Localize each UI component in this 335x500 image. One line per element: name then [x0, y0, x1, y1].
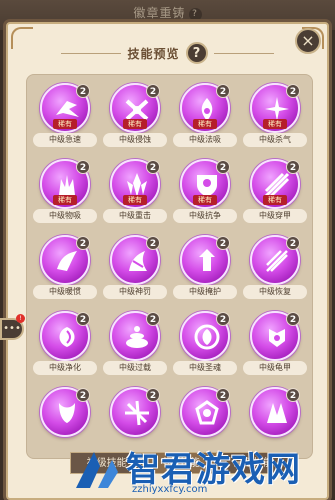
skill-icon-17: [59, 403, 75, 423]
skill-count-badge: 2: [216, 160, 230, 174]
chat-notification-badge: !: [16, 314, 25, 323]
skill-count-badge: 2: [76, 160, 90, 174]
background-title-text: 徽章重铸: [133, 6, 186, 20]
skill-count-badge: 2: [76, 312, 90, 326]
close-button[interactable]: ×: [295, 28, 321, 54]
skill-label: 中级侵蚀: [103, 133, 167, 147]
skill-badge[interactable]: 2 中级龟甲: [243, 311, 307, 378]
skill-label: 中级法吸: [173, 133, 237, 147]
skill-label: 中级抗争: [173, 209, 237, 223]
purify-icon: [59, 327, 75, 347]
skill-label: 中级物吸: [33, 209, 97, 223]
overload-icon: [126, 326, 148, 348]
skill-label: 中级龟甲: [243, 361, 307, 375]
skill-grid-container[interactable]: 2 稀有 中级急速 2 稀有 中级侵蚀 2 稀有 中级法吸 2 稀有 中级杀气 2 稀有 中级物吸 2 稀有 中级…: [26, 74, 313, 459]
skill-label: 中级过载: [103, 361, 167, 375]
skill-label: 中级掩护: [173, 285, 237, 299]
skill-count-badge: 2: [216, 84, 230, 98]
cover-icon: [199, 249, 215, 271]
skill-badge[interactable]: 2 稀有中级法吸: [173, 83, 237, 150]
skill-label: 中级圣魂: [173, 361, 237, 375]
skill-preview-panel: 技能预览 ? × 2 稀有 中级急速 2 稀有 中级侵蚀 2 稀有 中级法吸 2 稀有 中级杀气 2 稀有…: [6, 22, 329, 500]
skill-badge[interactable]: 2 稀有中级侵蚀: [103, 83, 167, 150]
skill-label: 中级急速: [33, 133, 97, 147]
tier-tabs: 初级技能 中级技能 高级技能: [70, 452, 290, 474]
rarity-tag: 稀有: [123, 119, 147, 129]
skill-badge[interactable]: 2 中级掩护: [173, 235, 237, 302]
skill-label: 中级穿甲: [243, 209, 307, 223]
skill-badge[interactable]: 2 中级神罚: [103, 235, 167, 302]
skill-count-badge: 2: [146, 312, 160, 326]
skill-label: 中级重击: [103, 209, 167, 223]
skill-count-badge: 2: [216, 236, 230, 250]
skill-badge[interactable]: 2 稀有中级物吸: [33, 159, 97, 226]
rarity-tag: 稀有: [123, 195, 147, 205]
skill-badge[interactable]: 2 稀有中级穿甲: [243, 159, 307, 226]
skill-count-badge: 2: [286, 388, 300, 402]
tab-basic[interactable]: 初级技能: [70, 452, 144, 474]
skill-badge[interactable]: 2: [33, 387, 97, 454]
skill-badge[interactable]: 2: [173, 387, 237, 454]
rarity-tag: 稀有: [53, 119, 77, 129]
skill-icon-19: [195, 400, 219, 425]
skill-count-badge: 2: [146, 160, 160, 174]
rarity-tag: 稀有: [53, 195, 77, 205]
skill-icon-18: [125, 400, 149, 426]
background-title: 徽章重铸?: [0, 4, 335, 21]
skill-count-badge: 2: [146, 84, 160, 98]
skill-count-badge: 2: [286, 160, 300, 174]
skill-count-badge: 2: [146, 388, 160, 402]
skill-badge[interactable]: 2 中级暖惯: [33, 235, 97, 302]
recovery-icon: [266, 250, 288, 272]
skill-label: 中级神罚: [103, 285, 167, 299]
skill-label: 中级净化: [33, 361, 97, 375]
skill-badge[interactable]: 2 中级过载: [103, 311, 167, 378]
holy-soul-icon: [194, 324, 220, 350]
rarity-tag: 稀有: [263, 195, 287, 205]
tab-advanced[interactable]: 高级技能: [216, 452, 290, 474]
skill-count-badge: 2: [216, 312, 230, 326]
skill-count-badge: 2: [76, 236, 90, 250]
skill-label: 中级暖惯: [33, 285, 97, 299]
skill-badge[interactable]: 2 稀有中级抗争: [173, 159, 237, 226]
skill-count-badge: 2: [286, 84, 300, 98]
background-help-badge[interactable]: ?: [188, 8, 202, 21]
skill-count-badge: 2: [286, 236, 300, 250]
skill-count-badge: 2: [286, 312, 300, 326]
skill-badge[interactable]: 2 中级净化: [33, 311, 97, 378]
header-divider: [213, 52, 274, 54]
rarity-tag: 稀有: [193, 119, 217, 129]
skill-badge[interactable]: 2 中级恢复: [243, 235, 307, 302]
warm-icon: [57, 251, 77, 271]
panel-title: 技能预览: [127, 46, 180, 61]
skill-count-badge: 2: [76, 84, 90, 98]
skill-badge[interactable]: 2 中级圣魂: [173, 311, 237, 378]
skill-label: 中级恢复: [243, 285, 307, 299]
skill-count-badge: 2: [76, 388, 90, 402]
divine-punish-icon: [129, 251, 147, 271]
help-button[interactable]: ?: [185, 42, 208, 64]
rarity-tag: 稀有: [263, 119, 287, 129]
skill-grid: 2 稀有 中级急速 2 稀有 中级侵蚀 2 稀有 中级法吸 2 稀有 中级杀气 2 稀有 中级物吸 2 稀有 中级…: [33, 83, 309, 454]
skill-badge[interactable]: 2 稀有中级急速: [33, 83, 97, 150]
skill-count-badge: 2: [146, 236, 160, 250]
skill-icon-20: [267, 403, 287, 423]
header-divider: [61, 52, 122, 54]
skill-badge[interactable]: 2: [243, 387, 307, 454]
panel-header: 技能预览 ?: [8, 38, 327, 68]
rarity-tag: 稀有: [193, 195, 217, 205]
skill-badge[interactable]: 2: [103, 387, 167, 454]
tortoise-shell-icon: [269, 329, 285, 347]
skill-badge[interactable]: 2 稀有中级重击: [103, 159, 167, 226]
skill-badge[interactable]: 2 稀有中级杀气: [243, 83, 307, 150]
skill-label: 中级杀气: [243, 133, 307, 147]
tab-intermediate[interactable]: 中级技能: [143, 452, 217, 474]
skill-count-badge: 2: [216, 388, 230, 402]
